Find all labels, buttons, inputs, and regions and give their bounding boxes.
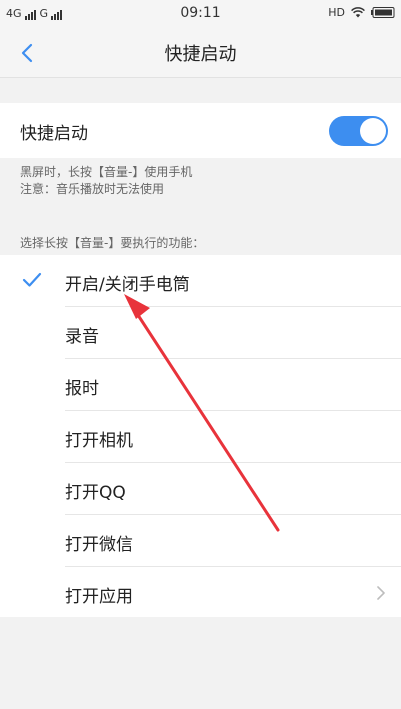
- option-label: 开启/关闭手电筒: [65, 275, 190, 295]
- option-label: 打开相机: [65, 431, 133, 451]
- option-label: 报时: [65, 379, 99, 399]
- hd-label: HD: [328, 6, 345, 19]
- nav-bar: 快捷启动: [0, 27, 401, 78]
- check-icon: [22, 272, 42, 287]
- option-label: 录音: [65, 327, 99, 347]
- description-line-1: 黑屏时，长按【音量-】使用手机: [20, 165, 193, 179]
- option-label: 打开QQ: [65, 483, 126, 503]
- option-record[interactable]: 录音: [0, 307, 401, 359]
- wifi-icon: [351, 7, 365, 18]
- section-label: 选择长按【音量-】要执行的功能：: [20, 236, 205, 250]
- option-open-wechat[interactable]: 打开微信: [0, 515, 401, 567]
- option-open-camera[interactable]: 打开相机: [0, 411, 401, 463]
- battery-icon: [371, 7, 395, 18]
- option-flashlight[interactable]: 开启/关闭手电筒: [0, 255, 401, 307]
- switch-knob: [360, 118, 386, 144]
- option-open-qq[interactable]: 打开QQ: [0, 463, 401, 515]
- description-line-2: 注意：音乐播放时无法使用: [20, 182, 165, 196]
- status-bar: 4G G 09:11 HD: [0, 0, 401, 27]
- option-label: 打开应用: [65, 587, 133, 607]
- quick-launch-switch[interactable]: [329, 116, 388, 146]
- status-right: HD: [328, 6, 395, 19]
- option-open-app[interactable]: 打开应用: [0, 567, 401, 619]
- page-title: 快捷启动: [164, 44, 237, 65]
- options-list: 开启/关闭手电筒 录音 报时 打开相机 打开QQ 打开微信 打开应用: [0, 255, 401, 617]
- option-label: 打开微信: [65, 535, 133, 555]
- option-time-report[interactable]: 报时: [0, 359, 401, 411]
- toggle-label: 快捷启动: [20, 124, 88, 144]
- chevron-right-icon: [377, 586, 385, 600]
